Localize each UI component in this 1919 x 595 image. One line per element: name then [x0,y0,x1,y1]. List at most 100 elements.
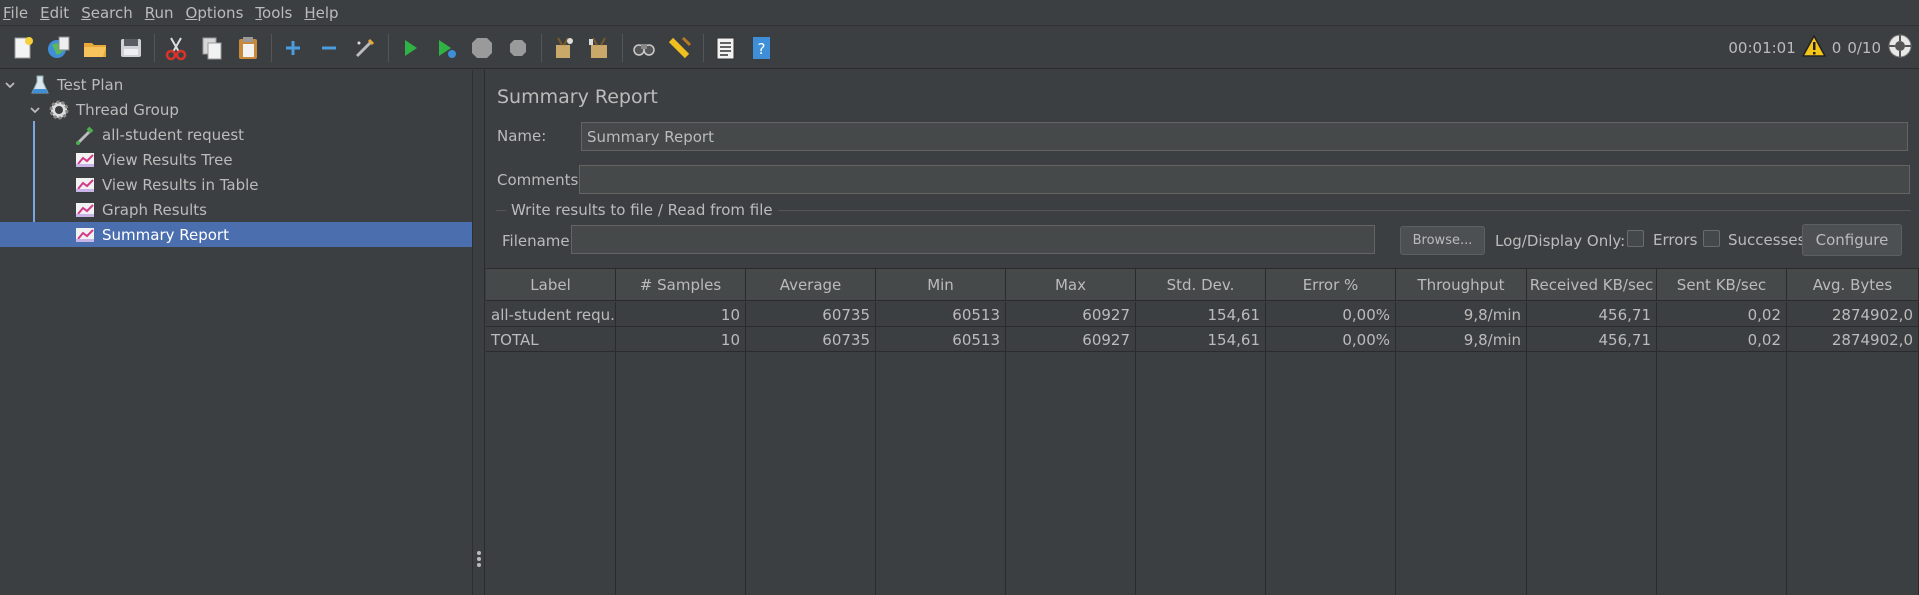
tree-item-thread-group[interactable]: Thread Group [0,97,472,122]
table-cell: 9,8/min [1396,327,1527,352]
test-plan-tree: Test Plan Thread Group all-student reque… [0,70,472,595]
clear-all-icon[interactable] [584,33,614,63]
table-cell: 456,71 [1527,302,1657,327]
table-cell: 9,8/min [1396,302,1527,327]
tree-item-label: Summary Report [102,225,229,244]
toolbar-separator [154,33,155,62]
menu-bar: File Edit Search Run Options Tools Help [0,0,1919,26]
warning-count: 0 [1831,39,1842,57]
collapse-icon[interactable] [314,33,344,63]
listener-chart-icon [74,199,96,221]
remote-status-icon [1887,33,1913,63]
start-no-pauses-icon[interactable] [431,33,461,63]
toolbar-separator [388,33,389,62]
log-display-label: Log/Display Only: [1495,232,1626,250]
column-header[interactable]: Std. Dev. [1136,269,1266,300]
toolbar-separator [703,33,704,62]
table-cell: all-student requ... [486,302,616,327]
column-header[interactable]: # Samples [616,269,746,300]
stop-icon[interactable] [467,33,497,63]
column-header[interactable]: Sent KB/sec [1657,269,1787,300]
column-header[interactable]: Error % [1266,269,1396,300]
menu-run[interactable]: Run [141,0,182,26]
tree-item-label: Thread Group [76,100,179,119]
summary-table: Label # Samples Average Min Max Std. Dev… [486,268,1919,595]
successes-checkbox[interactable] [1703,230,1720,247]
tree-item-view-results-tree[interactable]: View Results Tree [0,147,472,172]
column-header[interactable]: Max [1006,269,1136,300]
menu-file-label: ile [10,3,29,22]
expand-icon[interactable] [278,33,308,63]
summary-report-panel: Summary Report Name: Comments: Write res… [486,70,1919,595]
tree-item-graph-results[interactable]: Graph Results [0,197,472,222]
reset-search-icon[interactable] [665,33,695,63]
column-header[interactable]: Avg. Bytes [1787,269,1919,300]
save-icon[interactable] [116,33,146,63]
toggle-icon[interactable] [350,33,380,63]
menu-edit-label: dit [49,3,70,22]
name-field[interactable] [581,122,1908,151]
menu-tools[interactable]: Tools [251,0,300,26]
menu-search[interactable]: Search [77,0,141,26]
warning-icon[interactable] [1801,34,1827,61]
file-group-label: Write results to file / Read from file [506,201,778,219]
menu-file[interactable]: File [0,0,36,26]
column-header[interactable]: Label [486,269,616,300]
name-label: Name: [497,127,547,145]
start-icon[interactable] [395,33,425,63]
tree-item-sampler[interactable]: all-student request [0,122,472,147]
cut-icon[interactable] [161,33,191,63]
column-header[interactable]: Received KB/sec [1527,269,1657,300]
menu-options-label: ptions [197,3,244,22]
column-header[interactable]: Throughput [1396,269,1527,300]
column-header[interactable]: Min [876,269,1006,300]
open-icon[interactable] [80,33,110,63]
tree-item-view-results-table[interactable]: View Results in Table [0,172,472,197]
tree-item-label: View Results Tree [102,150,233,169]
menu-search-label: earch [90,3,133,22]
menu-options[interactable]: Options [182,0,252,26]
chevron-down-icon[interactable] [28,103,42,117]
svg-text:?: ? [758,40,766,58]
templates-icon[interactable] [44,33,74,63]
copy-icon[interactable] [197,33,227,63]
errors-checkbox[interactable] [1627,230,1644,247]
new-icon[interactable] [8,33,38,63]
menu-edit[interactable]: Edit [36,0,77,26]
search-icon[interactable] [629,33,659,63]
tree-item-test-plan[interactable]: Test Plan [0,72,472,97]
chevron-down-icon[interactable] [3,78,17,92]
menu-help[interactable]: Help [300,0,346,26]
paste-icon[interactable] [233,33,263,63]
table-cell: 2874902,0 [1787,327,1919,352]
help-icon[interactable]: ? [746,33,776,63]
shutdown-icon[interactable] [503,33,533,63]
toolbar: ? 00:01:01 0 0/10 [0,27,1919,69]
filename-input[interactable] [571,225,1375,254]
function-helper-icon[interactable] [710,33,740,63]
toolbar-status: 00:01:01 0 0/10 [1728,27,1913,69]
column-header[interactable]: Average [746,269,876,300]
table-cell: 10 [616,327,746,352]
menu-search-mnemonic: S [81,3,91,22]
table-row[interactable]: all-student requ... 10 60735 60513 60927… [486,302,1919,327]
listener-chart-icon [74,149,96,171]
panel-splitter[interactable] [472,70,485,595]
table-row[interactable]: TOTAL 10 60735 60513 60927 154,61 0,00% … [486,327,1919,352]
comments-field[interactable] [579,165,1910,194]
toolbar-separator [541,33,542,62]
tree-item-summary-report[interactable]: Summary Report [0,222,472,247]
sampler-pipette-icon [74,124,96,146]
browse-button[interactable]: Browse... [1400,226,1485,255]
gear-icon [48,99,70,121]
toolbar-separator [622,33,623,62]
clear-icon[interactable] [548,33,578,63]
splitter-grip-icon[interactable] [477,551,481,567]
configure-button[interactable]: Configure [1802,224,1902,256]
menu-help-label: elp [315,3,339,22]
table-cell: 154,61 [1136,302,1266,327]
table-cell: TOTAL [486,327,616,352]
table-empty-area [486,351,1919,595]
filename-label: Filename [502,232,570,250]
tree-item-label: View Results in Table [102,175,259,194]
